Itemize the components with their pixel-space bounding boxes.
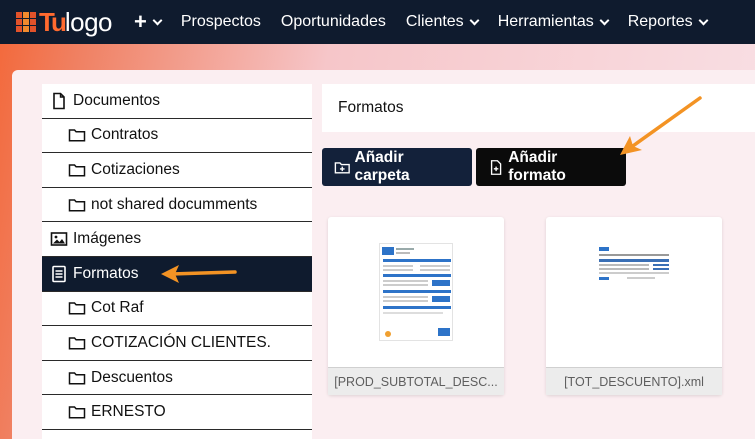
sidebar-item-cot-raf[interactable]: Cot Raf	[42, 292, 312, 327]
sidebar-item-label: COTIZACIÓN CLIENTES.	[91, 333, 271, 351]
sidebar-item-imagenes[interactable]: Imágenes	[42, 222, 312, 257]
folder-icon	[68, 129, 86, 142]
chevron-down-icon	[599, 15, 610, 25]
nav-oportunidades[interactable]: Oportunidades	[281, 13, 386, 31]
sidebar-item-cotizacion-clientes[interactable]: COTIZACIÓN CLIENTES.	[42, 326, 312, 361]
nav-label: Clientes	[405, 13, 464, 30]
folder-icon	[68, 198, 86, 212]
sidebar-item-descuentos[interactable]: Descuentos	[42, 361, 312, 396]
folder-icon	[68, 164, 86, 177]
chevron-down-icon	[152, 15, 163, 25]
sidebar-item-label: ERNESTO	[91, 403, 166, 421]
nav-label: Reportes	[627, 13, 693, 30]
logo-grid-icon	[16, 12, 36, 32]
main-nav: + Prospectos Oportunidades Clientes Herr…	[134, 9, 727, 35]
add-folder-label: Añadir carpeta	[354, 149, 410, 184]
breadcrumb-current: Formatos	[338, 99, 404, 116]
folder-icon	[68, 302, 86, 315]
document-icon	[53, 92, 65, 110]
sidebar-item-label: Formatos	[73, 264, 139, 282]
top-navbar: Tu logo + Prospectos Oportunidades Clien…	[0, 0, 755, 44]
sidebar-item-contratos[interactable]: Contratos	[42, 119, 312, 154]
annotation-arrow-button	[620, 96, 702, 155]
brand-logo[interactable]: Tu logo	[16, 7, 113, 37]
nav-prospectos[interactable]: Prospectos	[181, 13, 261, 31]
sidebar-item-label: Cotizaciones	[91, 160, 180, 178]
add-folder-button[interactable]: Añadir carpeta	[322, 148, 472, 186]
add-format-button[interactable]: Añadir formato	[476, 148, 626, 186]
nav-label: Herramientas	[497, 13, 594, 30]
sidebar-item-label: not shared documments	[91, 195, 258, 213]
chevron-down-icon	[469, 15, 480, 25]
file-card[interactable]: [TOT_DESCUENTO].xml	[546, 217, 722, 395]
sidebar-item-label: Descuentos	[91, 368, 173, 386]
plus-icon: +	[134, 9, 147, 34]
logo-text: logo	[64, 7, 113, 37]
file-thumbnail	[597, 243, 671, 291]
quick-add-menu[interactable]: +	[134, 9, 163, 35]
file-plus-icon	[490, 159, 502, 175]
logo-tu-text: Tu	[39, 7, 67, 37]
folder-icon	[68, 337, 86, 350]
annotation-arrow-sidebar	[161, 265, 237, 283]
nav-label: Prospectos	[180, 13, 261, 30]
format-icon	[52, 265, 66, 283]
nav-reportes[interactable]: Reportes	[627, 13, 709, 31]
sidebar-item-label: Documentos	[73, 91, 161, 109]
file-thumbnail	[379, 243, 453, 341]
sidebar-item-ernesto[interactable]: ERNESTO	[42, 395, 312, 430]
file-name: [PROD_SUBTOTAL_DESC...	[328, 367, 504, 395]
sidebar-item-label: Imágenes	[73, 230, 142, 248]
file-card[interactable]: [PROD_SUBTOTAL_DESC...	[328, 217, 504, 395]
folder-icon	[68, 406, 86, 419]
sidebar-item-label: Cot Raf	[91, 299, 144, 317]
nav-herramientas[interactable]: Herramientas	[497, 13, 610, 31]
sidebar-item-cotizaciones[interactable]: Cotizaciones	[42, 153, 312, 188]
sidebar-item-not-shared[interactable]: not shared documments	[42, 188, 312, 223]
nav-label: Oportunidades	[280, 13, 386, 30]
chevron-down-icon	[698, 15, 709, 25]
file-name: [TOT_DESCUENTO].xml	[546, 367, 722, 395]
sidebar-item-documentos[interactable]: Documentos	[42, 84, 312, 119]
sidebar-item-label: Contratos	[91, 126, 159, 144]
folder-plus-icon	[334, 161, 350, 174]
folder-icon	[68, 371, 86, 385]
image-icon	[50, 232, 68, 246]
nav-clientes[interactable]: Clientes	[405, 13, 480, 31]
add-format-label: Añadir formato	[508, 149, 566, 184]
